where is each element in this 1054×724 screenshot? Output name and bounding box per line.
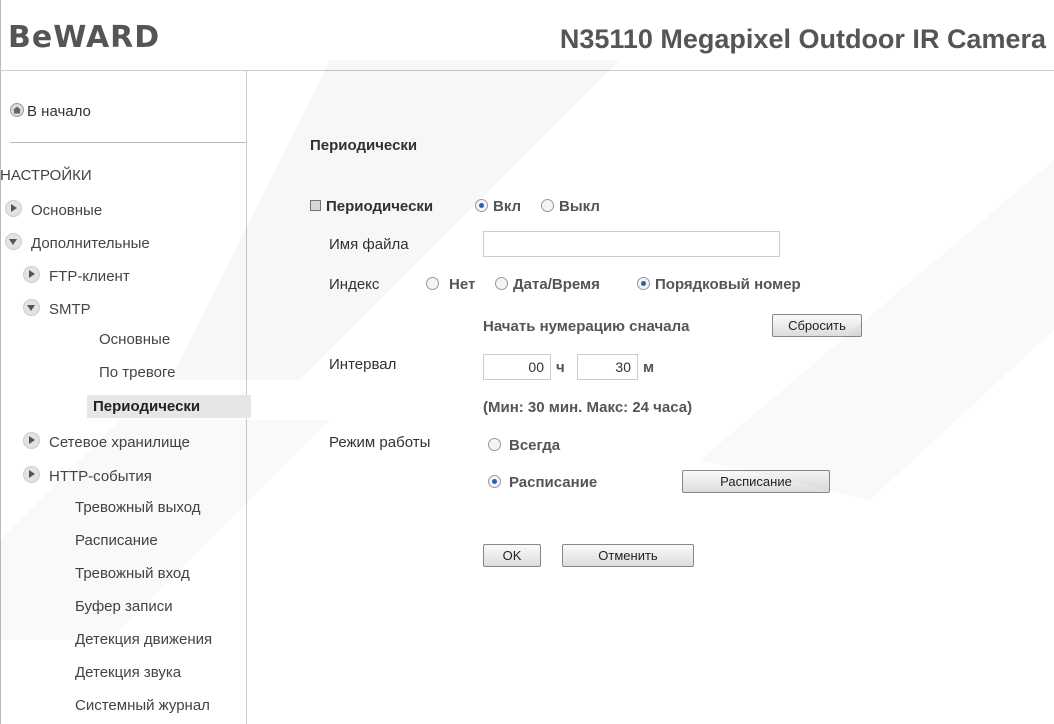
- sidebar-item-smtp-alarm[interactable]: По тревоге: [99, 364, 175, 381]
- sidebar-item-smtp-basic[interactable]: Основные: [99, 331, 170, 348]
- header: BeWARD N35110 Megapixel Outdoor IR Camer…: [0, 0, 1054, 71]
- interval-hint: (Мин: 30 мин. Макс: 24 часа): [483, 399, 693, 416]
- sidebar-item-smtp-periodic[interactable]: Периодически: [87, 395, 251, 418]
- periodic-label-text: Периодически: [326, 198, 434, 215]
- index-sequence-label: Порядковый номер: [655, 276, 801, 293]
- main-content: Периодически Периодически Вкл Выкл Имя ф…: [247, 71, 1054, 724]
- home-icon: [10, 103, 24, 117]
- settings-heading: НАСТРОЙКИ: [0, 167, 92, 184]
- sidebar-item-label: Дополнительные: [31, 235, 150, 252]
- sidebar-item-schedule[interactable]: Расписание: [75, 532, 158, 549]
- index-none-label: Нет: [449, 276, 476, 293]
- sidebar-item-label: Сетевое хранилище: [49, 434, 190, 451]
- radio-icon: [426, 277, 439, 290]
- off-label: Выкл: [559, 198, 600, 215]
- sidebar-item-smtp[interactable]: SMTP: [23, 299, 91, 318]
- interval-hours-input[interactable]: [483, 354, 551, 380]
- mode-schedule-radio[interactable]: Расписание: [488, 474, 597, 491]
- bullet-square-icon: [310, 200, 321, 211]
- cancel-button[interactable]: Отменить: [562, 544, 694, 567]
- reset-button[interactable]: Сбросить: [772, 314, 862, 337]
- interval-minutes-input[interactable]: [577, 354, 638, 380]
- minutes-unit: м: [643, 359, 655, 376]
- expand-arrow-icon: [23, 266, 40, 283]
- index-datetime-radio[interactable]: Дата/Время: [495, 276, 600, 293]
- sidebar-item-basic[interactable]: Основные: [5, 200, 102, 219]
- reset-numbering-label: Начать нумерацию сначала: [483, 318, 690, 335]
- expand-arrow-icon: [23, 466, 40, 483]
- expand-arrow-icon: [5, 200, 22, 217]
- interval-label: Интервал: [329, 356, 397, 373]
- radio-icon: [495, 277, 508, 290]
- filename-input[interactable]: [483, 231, 780, 257]
- ok-button[interactable]: OK: [483, 544, 541, 567]
- index-datetime-label: Дата/Время: [513, 276, 600, 293]
- product-title: N35110 Megapixel Outdoor IR Camera: [559, 24, 1046, 54]
- mode-always-radio[interactable]: Всегда: [488, 437, 560, 454]
- home-link[interactable]: В начало: [10, 103, 91, 120]
- sidebar-item-storage[interactable]: Сетевое хранилище: [23, 432, 190, 451]
- sidebar-item-label: SMTP: [49, 301, 91, 318]
- sidebar-item-advanced[interactable]: Дополнительные: [5, 233, 150, 252]
- on-label: Вкл: [493, 198, 522, 215]
- sidebar-item-label: Основные: [31, 202, 103, 219]
- index-label: Индекс: [329, 276, 380, 293]
- sidebar-item-alarm-out[interactable]: Тревожный выход: [75, 499, 200, 516]
- collapse-arrow-icon: [5, 233, 22, 250]
- mode-label: Режим работы: [329, 434, 431, 451]
- page: BeWARD N35110 Megapixel Outdoor IR Camer…: [0, 0, 1054, 724]
- sidebar-item-motion[interactable]: Детекция движения: [75, 631, 212, 648]
- periodic-label: Периодически: [310, 198, 433, 215]
- sidebar-divider: [10, 142, 246, 143]
- sidebar-item-sound[interactable]: Детекция звука: [75, 664, 181, 681]
- brand-logo: BeWARD: [8, 20, 161, 55]
- radio-icon: [488, 438, 501, 451]
- sidebar-item-alarm-in[interactable]: Тревожный вход: [75, 565, 190, 582]
- periodic-off-radio[interactable]: Выкл: [541, 198, 600, 215]
- expand-arrow-icon: [23, 432, 40, 449]
- radio-selected-icon: [637, 277, 650, 290]
- page-title: Периодически: [310, 137, 418, 154]
- filename-label: Имя файла: [329, 236, 409, 253]
- mode-always-label: Всегда: [509, 437, 561, 454]
- sidebar-item-ftp[interactable]: FTP-клиент: [23, 266, 130, 285]
- mode-schedule-label: Расписание: [509, 474, 598, 491]
- sidebar-item-label: HTTP-события: [49, 468, 152, 485]
- radio-selected-icon: [488, 475, 501, 488]
- collapse-arrow-icon: [23, 299, 40, 316]
- sidebar-item-http-events[interactable]: HTTP-события: [23, 466, 152, 485]
- radio-selected-icon: [475, 199, 488, 212]
- radio-icon: [541, 199, 554, 212]
- hours-unit: ч: [556, 359, 565, 376]
- sidebar-item-record-buffer[interactable]: Буфер записи: [75, 598, 173, 615]
- sidebar-item-syslog[interactable]: Системный журнал: [75, 697, 210, 714]
- home-label: В начало: [27, 103, 91, 120]
- index-sequence-radio[interactable]: Порядковый номер: [637, 276, 801, 293]
- sidebar-item-label: FTP-клиент: [49, 268, 130, 285]
- index-none-radio[interactable]: Нет: [426, 276, 475, 293]
- sidebar: В начало НАСТРОЙКИ Основные Дополнительн…: [0, 71, 251, 724]
- schedule-button[interactable]: Расписание: [682, 470, 830, 493]
- periodic-on-radio[interactable]: Вкл: [475, 198, 521, 215]
